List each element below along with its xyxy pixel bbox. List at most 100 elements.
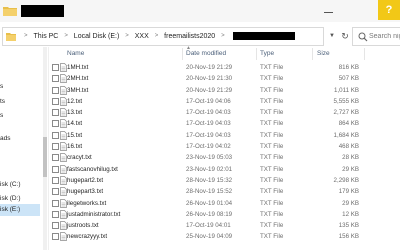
- sidebar-item[interactable]: ts: [0, 96, 40, 108]
- column-header-name[interactable]: Name: [67, 47, 84, 61]
- search-box[interactable]: [352, 27, 400, 46]
- file-row[interactable]: newcrazyyy.txt 25-Nov-19 04:09 TXT File …: [49, 231, 400, 242]
- file-row[interactable]: ilegetworks.txt 26-Nov-19 01:04 TXT File…: [49, 198, 400, 209]
- file-row[interactable]: 14.txt 17-Oct-19 04:03 TXT File 864 KB: [49, 118, 400, 129]
- column-divider[interactable]: [364, 48, 365, 60]
- column-header-size[interactable]: Size: [317, 47, 330, 61]
- file-name: 14.txt: [67, 120, 83, 128]
- checkbox[interactable]: [52, 165, 59, 173]
- minimize-button[interactable]: [318, 7, 340, 17]
- file-name: justadministrator.txt: [67, 210, 121, 218]
- file-row[interactable]: 1MH.txt 20-Nov-19 21:29 TXT File 816 KB: [49, 62, 400, 73]
- file-row[interactable]: cracyt.txt 23-Nov-19 05:03 TXT File 28 K…: [49, 152, 400, 163]
- file-row[interactable]: 12.txt 17-Oct-19 04:06 TXT File 5,555 KB: [49, 96, 400, 107]
- file-row[interactable]: fastscanovhilug.txt 23-Nov-19 02:01 TXT …: [49, 164, 400, 175]
- checkbox[interactable]: [52, 233, 59, 241]
- search-input[interactable]: [369, 28, 400, 45]
- checkbox[interactable]: [52, 109, 59, 117]
- checkbox[interactable]: [52, 64, 59, 71]
- file-type: TXT File: [260, 97, 284, 105]
- file-row[interactable]: justroots.txt 17-Oct-19 04:01 TXT File 1…: [49, 220, 400, 231]
- breadcrumb-separator: >: [125, 33, 129, 39]
- sidebar-item[interactable]: s: [0, 81, 40, 93]
- file-name: 2MH.txt: [67, 75, 89, 83]
- sidebar-item-disk-e[interactable]: isk (E:): [0, 204, 40, 216]
- file-name: newcrazyyy.txt: [67, 233, 108, 241]
- column-divider[interactable]: [312, 48, 313, 60]
- file-size: 507 KB: [338, 75, 359, 83]
- column-divider[interactable]: [256, 48, 257, 60]
- file-date: 17-Oct-19 04:03: [186, 109, 231, 117]
- chevron-down-icon[interactable]: ▼: [326, 28, 338, 45]
- file-size: 28 KB: [342, 154, 359, 162]
- file-name: 13.txt: [67, 109, 83, 117]
- file-row[interactable]: 15.txt 17-Oct-19 04:03 TXT File 1,684 KB: [49, 130, 400, 141]
- file-name: 15.txt: [67, 131, 83, 139]
- checkbox[interactable]: [52, 222, 59, 230]
- checkbox[interactable]: [52, 143, 59, 151]
- redacted-title: [21, 5, 64, 17]
- address-bar[interactable]: > This PC > Local Disk (E:) > XXX > free…: [2, 27, 324, 46]
- file-date: 20-Nov-19 21:30: [186, 75, 233, 83]
- file-row[interactable]: hugepart3.txt 28-Nov-19 15:52 TXT File 1…: [49, 186, 400, 197]
- file-date: 26-Nov-19 01:04: [186, 199, 233, 207]
- checkbox[interactable]: [52, 199, 59, 207]
- file-row[interactable]: 3MH.txt 20-Nov-19 21:29 TXT File 1,011 K…: [49, 85, 400, 96]
- file-date: 20-Nov-19 21:29: [186, 64, 233, 71]
- file-name: 16.txt: [67, 143, 83, 151]
- file-type: TXT File: [260, 233, 284, 241]
- breadcrumb-freemailists2020[interactable]: freemailists2020: [164, 28, 215, 45]
- file-row[interactable]: 2MH.txt 20-Nov-19 21:30 TXT File 507 KB: [49, 73, 400, 84]
- breadcrumb-local-disk-e[interactable]: Local Disk (E:): [74, 28, 120, 45]
- sidebar-item[interactable]: ads: [0, 133, 40, 145]
- checkbox[interactable]: [52, 188, 59, 196]
- file-size: 12 KB: [342, 210, 359, 218]
- column-headers: ▲ Name Date modified Type Size: [49, 45, 400, 61]
- navigation-pane: s ts s ads isk (C:) isk (D:) isk (E:): [0, 47, 48, 250]
- column-divider[interactable]: [182, 48, 183, 60]
- folder-icon: [6, 33, 16, 41]
- file-date: 17-Oct-19 04:02: [186, 143, 231, 151]
- file-row[interactable]: justadministrator.txt 26-Nov-19 08:19 TX…: [49, 209, 400, 220]
- sidebar-item-disk-c[interactable]: isk (C:): [0, 179, 40, 191]
- file-size: 468 KB: [338, 143, 359, 151]
- file-type: TXT File: [260, 154, 284, 162]
- scrollbar-thumb[interactable]: [43, 137, 47, 177]
- file-row[interactable]: 13.txt 17-Oct-19 04:03 TXT File 2,727 KB: [49, 107, 400, 118]
- checkbox[interactable]: [52, 154, 59, 162]
- checkbox[interactable]: [52, 97, 59, 105]
- file-date: 20-Nov-19 21:29: [186, 86, 233, 94]
- checkbox[interactable]: [52, 86, 59, 94]
- sidebar-scrollbar[interactable]: [43, 47, 47, 250]
- breadcrumb-xxx[interactable]: XXX: [135, 28, 149, 45]
- text-file-icon: [60, 97, 67, 106]
- file-type: TXT File: [260, 188, 284, 196]
- breadcrumb-separator: >: [221, 33, 225, 39]
- file-type: TXT File: [260, 210, 284, 218]
- file-row[interactable]: 16.txt 17-Oct-19 04:02 TXT File 468 KB: [49, 141, 400, 152]
- column-header-type[interactable]: Type: [260, 47, 274, 61]
- breadcrumb-this-pc[interactable]: This PC: [33, 28, 58, 45]
- checkbox[interactable]: [52, 210, 59, 218]
- checkbox[interactable]: [52, 120, 59, 128]
- breadcrumb: > This PC > Local Disk (E:) > XXX > free…: [20, 28, 295, 45]
- column-header-date[interactable]: Date modified: [186, 47, 226, 61]
- file-size: 2,298 KB: [333, 176, 359, 184]
- text-file-icon: [60, 198, 67, 208]
- file-name: fastscanovhilug.txt: [67, 165, 118, 173]
- file-row[interactable]: hugepart2.txt 28-Nov-19 15:32 TXT File 2…: [49, 175, 400, 186]
- text-file-icon: [60, 63, 67, 72]
- file-size: 816 KB: [338, 64, 359, 71]
- sidebar-item[interactable]: s: [0, 110, 40, 122]
- refresh-icon[interactable]: ↻: [338, 28, 352, 45]
- checkbox[interactable]: [52, 131, 59, 139]
- text-file-icon: [60, 221, 67, 231]
- help-button[interactable]: ?: [378, 0, 400, 20]
- file-name: hugepart2.txt: [67, 176, 104, 184]
- checkbox[interactable]: [52, 75, 59, 83]
- text-file-icon: [60, 232, 67, 242]
- checkbox[interactable]: [52, 176, 59, 184]
- folder-icon: [3, 7, 17, 16]
- file-date: 17-Oct-19 04:01: [186, 222, 231, 230]
- file-size: 1,011 KB: [334, 86, 359, 94]
